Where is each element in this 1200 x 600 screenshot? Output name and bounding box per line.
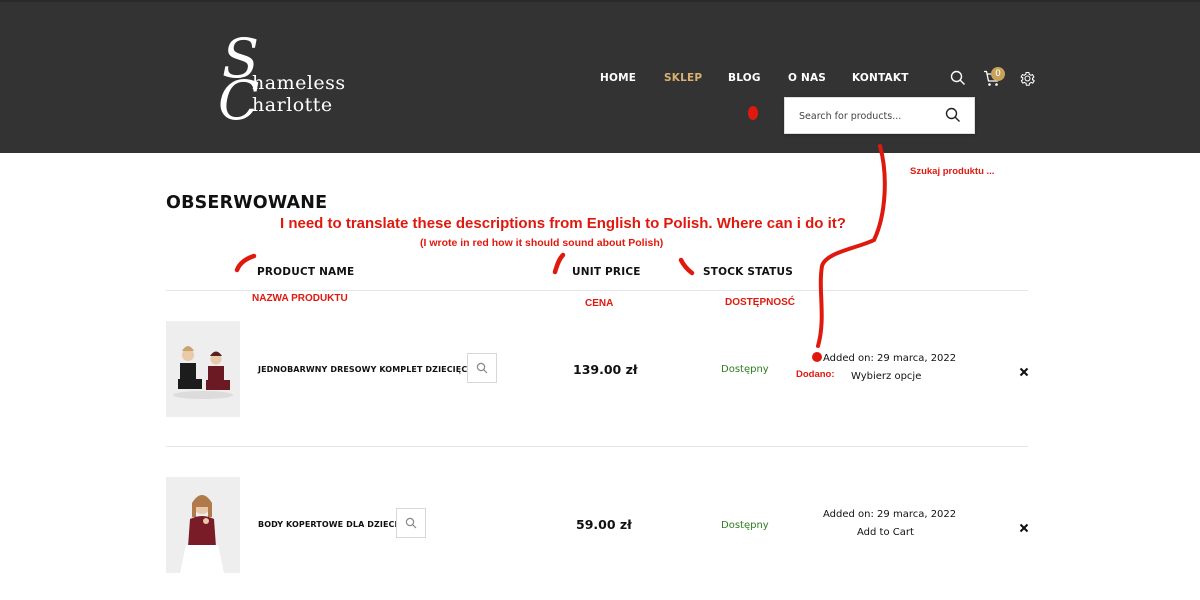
header-unit-price: UNIT PRICE bbox=[572, 266, 641, 278]
annotation-search-pl: Szukaj produktu ... bbox=[910, 166, 995, 177]
nav-item-home[interactable]: HOME bbox=[600, 72, 636, 84]
row-divider bbox=[166, 446, 1028, 447]
header-divider bbox=[166, 290, 1028, 291]
annotation-note: (I wrote in red how it should sound abou… bbox=[420, 237, 664, 249]
gear-icon[interactable] bbox=[1019, 70, 1036, 92]
product-thumbnail[interactable] bbox=[166, 477, 240, 573]
product-name-link[interactable]: JEDNOBARWNY DRESOWY KOMPLET DZIECIĘCY bbox=[258, 365, 473, 374]
remove-icon[interactable] bbox=[1019, 520, 1031, 533]
stock-status: Dostępny bbox=[721, 364, 769, 375]
annotation-stock-pl: DOSTĘPNOSĆ bbox=[725, 297, 796, 308]
nav-item-kontakt[interactable]: KONTAKT bbox=[852, 72, 909, 84]
search-icon[interactable] bbox=[950, 70, 966, 91]
add-to-cart-button[interactable]: Add to Cart bbox=[857, 527, 914, 538]
added-date: Added on: 29 marca, 2022 bbox=[823, 509, 957, 520]
page-title: OBSERWOWANE bbox=[166, 193, 328, 213]
header-product-name: PRODUCT NAME bbox=[257, 266, 355, 278]
quick-view-button[interactable] bbox=[396, 508, 426, 538]
search-submit-icon[interactable] bbox=[945, 107, 961, 128]
magnifier-icon bbox=[476, 362, 488, 374]
added-date: Added on: 29 marca, 2022 bbox=[823, 353, 957, 364]
nav-item-blog[interactable]: BLOG bbox=[728, 72, 761, 84]
search-dropdown bbox=[784, 97, 975, 134]
nav-item-sklep[interactable]: SKLEP bbox=[664, 72, 702, 84]
product-thumbnail[interactable] bbox=[166, 321, 240, 417]
product-price: 59.00 zł bbox=[576, 517, 632, 532]
logo[interactable]: S hameless C harlotte bbox=[218, 32, 345, 128]
nav-item-o-nas[interactable]: O NAS bbox=[788, 72, 826, 84]
annotation-name-pl: NAZWA PRODUKTU bbox=[252, 293, 348, 304]
annotation-question: I need to translate these descriptions f… bbox=[280, 215, 846, 232]
quick-view-button[interactable] bbox=[467, 353, 497, 383]
magnifier-icon bbox=[405, 517, 417, 529]
site-header: S hameless C harlotte HOME SKLEP BLOG O … bbox=[0, 0, 1200, 153]
remove-icon[interactable] bbox=[1019, 364, 1031, 377]
search-input[interactable] bbox=[799, 108, 939, 124]
annotation-added-pl: Dodano: bbox=[796, 369, 835, 380]
product-price: 139.00 zł bbox=[573, 362, 638, 377]
cart-count-badge: 0 bbox=[991, 67, 1005, 81]
select-options-button[interactable]: Wybierz opcje bbox=[851, 371, 921, 382]
stock-status: Dostępny bbox=[721, 520, 769, 531]
header-stock-status: STOCK STATUS bbox=[703, 266, 794, 278]
logo-word-1: hameless bbox=[252, 72, 346, 94]
logo-word-2: harlotte bbox=[252, 94, 333, 116]
product-name-link[interactable]: BODY KOPERTOWE DLA DZIECI bbox=[258, 520, 398, 529]
annotation-price-pl: CENA bbox=[585, 298, 614, 309]
